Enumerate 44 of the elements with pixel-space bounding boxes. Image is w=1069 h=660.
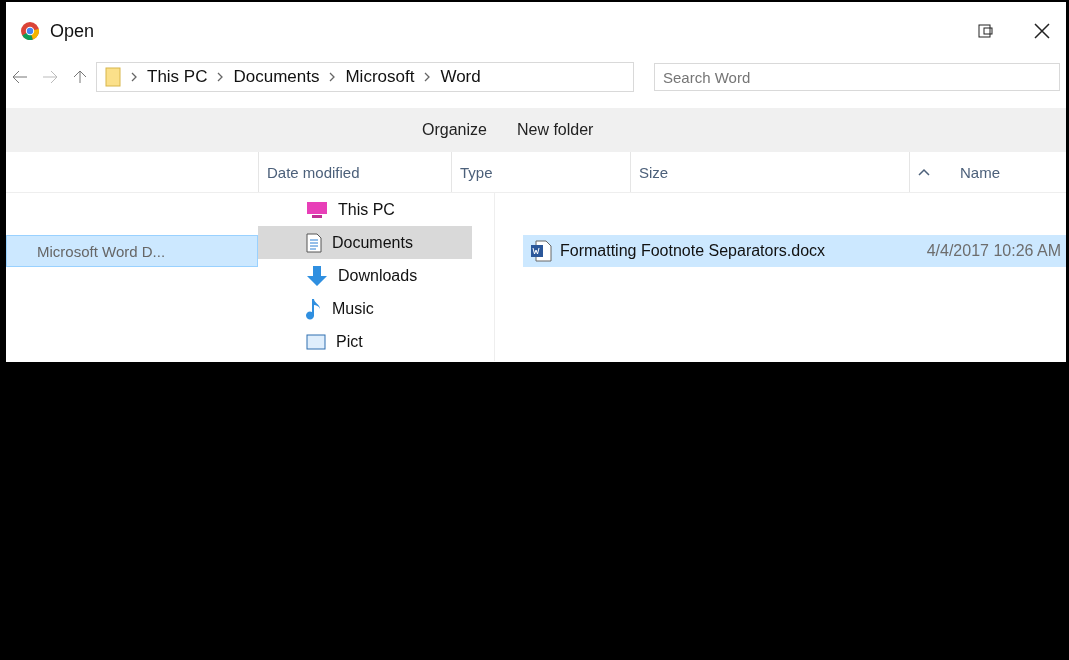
music-note-icon [306,297,322,320]
nav-label: Music [332,299,374,318]
column-header[interactable]: Date modified [267,163,360,181]
nav-item[interactable]: Downloads [258,259,472,292]
nav-item[interactable]: Documents [258,226,472,259]
breadcrumb[interactable]: Microsoft [345,67,415,87]
chevron-icon[interactable] [217,72,224,82]
toolbar-button[interactable]: Organize [416,117,493,143]
window-restore-icon[interactable] [978,24,994,38]
close-icon[interactable] [1034,23,1050,39]
back-arrow-icon[interactable] [12,70,28,84]
file-row[interactable]: Formatting Footnote Separators.docx 4/4/2017 10:26 AM [523,235,1066,267]
nav-label: Documents [332,233,413,252]
computer-icon [306,200,328,219]
nav-item[interactable]: This PC [258,193,472,226]
nav-item[interactable]: Music [258,292,472,325]
breadcrumb[interactable]: This PC [147,67,208,87]
sort-caret-icon [918,168,930,176]
breadcrumb[interactable]: Documents [233,67,320,87]
nav-label: Pict [336,332,363,351]
chevron-icon[interactable] [329,72,336,82]
nav-item[interactable]: Pict [258,325,472,358]
window-title: Open [50,20,95,42]
list-item[interactable]: Microsoft Word D... [6,235,258,267]
column-header[interactable]: Type [460,163,493,181]
up-arrow-icon[interactable] [72,70,88,84]
folder-icon [105,67,121,87]
word-document-icon [530,240,552,262]
column-header[interactable]: Size [639,163,669,181]
browser-logo-icon [20,21,40,41]
chevron-icon[interactable] [131,72,137,82]
file-date: 4/4/2017 10:26 AM [926,242,1062,260]
toolbar-button[interactable]: New folder [510,117,600,143]
file-name: Formatting Footnote Separators.docx [560,242,826,260]
column-header[interactable]: Name [960,163,1000,181]
nav-label: Downloads [338,266,418,285]
document-icon [306,232,322,253]
chevron-icon[interactable] [424,72,431,82]
down-arrow-icon [306,264,328,287]
picture-icon [306,333,326,350]
search-field[interactable]: Search Word [654,63,1060,91]
breadcrumb[interactable]: Word [440,67,481,87]
address-bar[interactable]: This PC Documents Microsoft Word [96,62,634,92]
nav-label: This PC [338,200,395,219]
